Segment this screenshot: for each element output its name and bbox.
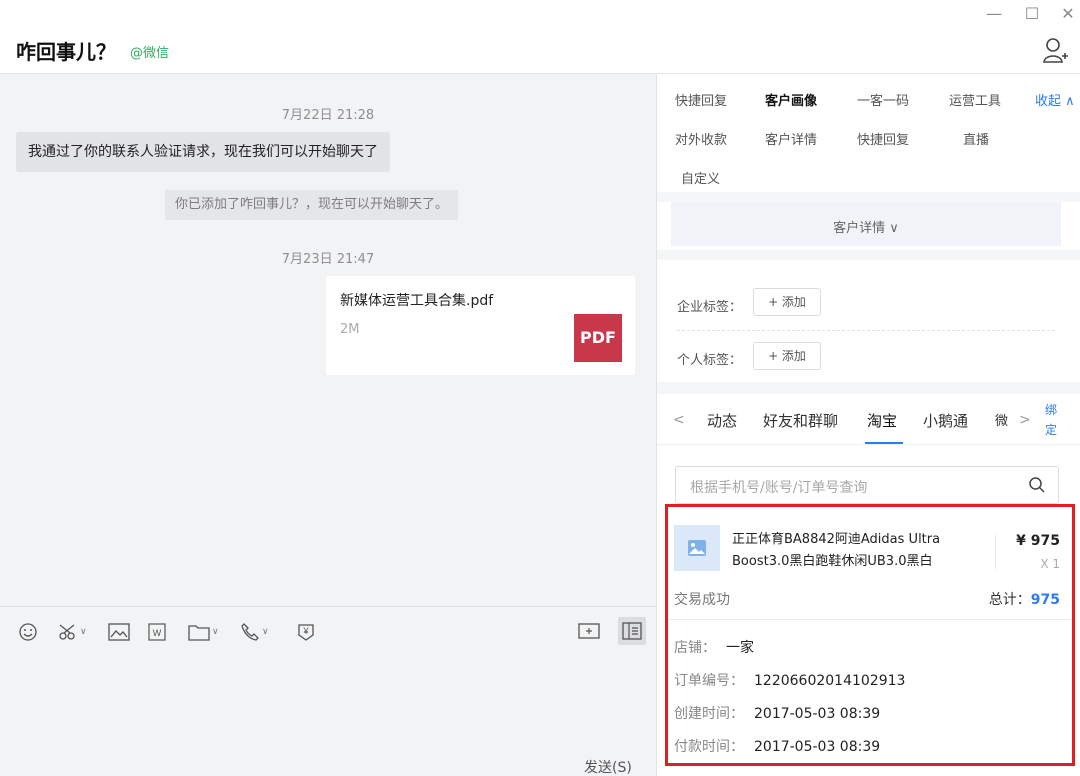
- emoji-icon[interactable]: [18, 621, 38, 643]
- file-size: 2M: [340, 322, 360, 337]
- screen-share-icon[interactable]: [578, 621, 600, 643]
- total-label: 总计：: [988, 592, 1031, 608]
- message-timestamp: 7月22日 21:28: [281, 108, 375, 123]
- tab-customer-profile[interactable]: 客户画像: [765, 90, 817, 109]
- folder-icon[interactable]: ∨: [188, 621, 219, 643]
- bind-link[interactable]: 绑定: [1045, 400, 1059, 440]
- svg-text:W: W: [153, 628, 162, 638]
- chat-message-area[interactable]: 7月22日 21:28 我通过了你的联系人验证请求，现在我们可以开始聊天了 你已…: [0, 74, 656, 606]
- total-value: 975: [1030, 592, 1060, 608]
- order-status: 交易成功: [674, 592, 730, 608]
- search-placeholder: 根据手机号/账号/订单号查询: [690, 480, 868, 496]
- sidebar-toggle-icon[interactable]: [618, 617, 646, 645]
- file-name: 新媒体运营工具合集.pdf: [340, 293, 494, 309]
- created-time-row: 创建时间： 2017-05-03 08:39: [674, 703, 880, 723]
- divider: [677, 330, 1055, 331]
- minimize-button[interactable]: —: [982, 4, 1006, 23]
- shop-label: 店铺：: [674, 640, 716, 656]
- product-name: 正正体育BA8842阿迪Adidas Ultra Boost3.0黑白跑鞋休闲U…: [732, 532, 941, 569]
- phone-icon[interactable]: ∨: [240, 621, 269, 643]
- divider: [995, 535, 996, 569]
- tab-wei[interactable]: 微: [995, 410, 1008, 429]
- order-card[interactable]: 正正体育BA8842阿迪Adidas Ultra Boost3.0黑白跑鞋休闲U…: [665, 504, 1075, 766]
- order-total: 总计：975: [989, 589, 1060, 609]
- chevron-right-icon[interactable]: >: [1019, 412, 1031, 428]
- tab-external-payment[interactable]: 对外收款: [675, 129, 727, 148]
- tab-custom[interactable]: 自定义: [681, 168, 720, 187]
- svg-text:¥: ¥: [302, 626, 309, 636]
- tab-friends-groups[interactable]: 好友和群聊: [763, 410, 838, 431]
- customer-side-panel: 快捷回复 客户画像 一客一码 运营工具 收起 ∧ 对外收款 客户详情 快捷回复 …: [656, 74, 1080, 776]
- collapse-button[interactable]: 收起 ∧: [1035, 90, 1075, 109]
- tab-one-customer-one-code[interactable]: 一客一码: [857, 90, 909, 109]
- order-number-label: 订单编号：: [674, 673, 744, 689]
- tab-activity[interactable]: 动态: [707, 410, 737, 431]
- customer-details-toggle[interactable]: 客户详情 ∨: [671, 202, 1061, 246]
- shop-value: 一家: [726, 640, 754, 656]
- send-button[interactable]: 发送(S): [584, 757, 632, 776]
- section-divider: [657, 382, 1080, 394]
- shop-row: 店铺： 一家: [674, 637, 754, 657]
- order-number-row: 订单编号： 12206602014102913: [674, 670, 905, 690]
- chevron-down-icon: ∨: [80, 627, 87, 637]
- title-bar: — ☐ ✕ 咋回事儿？ @微信: [0, 0, 1080, 74]
- tab-quick-reply-2[interactable]: 快捷回复: [857, 129, 909, 148]
- add-member-icon[interactable]: [1042, 36, 1068, 66]
- close-button[interactable]: ✕: [1056, 4, 1080, 23]
- tab-taobao[interactable]: 淘宝: [867, 410, 897, 431]
- paid-time-label: 付款时间：: [674, 739, 744, 755]
- chevron-down-icon: ∨: [262, 627, 269, 637]
- product-image-icon: [674, 525, 720, 571]
- message-bubble[interactable]: 我通过了你的联系人验证请求，现在我们可以开始聊天了: [16, 132, 390, 172]
- tab-quick-reply[interactable]: 快捷回复: [675, 90, 727, 109]
- product-price: ¥ 975: [1016, 533, 1060, 549]
- system-notice: 你已添加了咋回事儿？，现在可以开始聊天了。: [165, 190, 459, 220]
- image-icon[interactable]: [108, 621, 130, 643]
- message-composer[interactable]: ∨ W ∨ ∨ ¥ 发送(S): [0, 606, 656, 776]
- created-time-value: 2017-05-03 08:39: [754, 706, 881, 722]
- divider: [657, 444, 1080, 445]
- word-doc-icon[interactable]: W: [148, 621, 166, 643]
- pdf-file-icon: PDF: [574, 314, 622, 362]
- add-personal-tag-button[interactable]: + 添加: [753, 342, 821, 370]
- paid-time-value: 2017-05-03 08:39: [754, 739, 881, 755]
- search-icon[interactable]: [1028, 476, 1046, 498]
- maximize-button[interactable]: ☐: [1020, 4, 1044, 23]
- add-enterprise-tag-button[interactable]: + 添加: [753, 288, 821, 316]
- payment-icon[interactable]: ¥: [296, 621, 316, 643]
- integration-tab-bar: < 动态 好友和群聊 淘宝 小鹅通 微 > 绑定: [657, 402, 1080, 444]
- product-quantity: X 1: [1040, 557, 1060, 571]
- wechat-source-tag: @微信: [130, 46, 170, 61]
- order-search-input[interactable]: 根据手机号/账号/订单号查询: [675, 466, 1059, 504]
- order-number-value: 12206602014102913: [754, 673, 906, 689]
- enterprise-tag-label: 企业标签：: [677, 300, 743, 315]
- file-message-card[interactable]: 新媒体运营工具合集.pdf 2M PDF: [326, 276, 635, 375]
- screenshot-scissors-icon[interactable]: ∨: [58, 621, 87, 643]
- chevron-down-icon: ∨: [212, 627, 219, 637]
- tab-live[interactable]: 直播: [963, 129, 989, 148]
- created-time-label: 创建时间：: [674, 706, 744, 722]
- section-divider: [657, 192, 1080, 202]
- paid-time-row: 付款时间： 2017-05-03 08:39: [674, 736, 880, 756]
- section-divider: [657, 250, 1080, 260]
- tab-customer-details[interactable]: 客户详情: [765, 129, 817, 148]
- chevron-left-icon[interactable]: <: [673, 412, 685, 428]
- divider: [668, 619, 1072, 620]
- personal-tag-label: 个人标签：: [677, 353, 743, 368]
- message-timestamp: 7月23日 21:47: [281, 252, 375, 267]
- tab-xiaoetong[interactable]: 小鹅通: [923, 410, 968, 431]
- chat-title: 咋回事儿？: [16, 40, 116, 64]
- tab-operation-tools[interactable]: 运营工具: [949, 90, 1001, 109]
